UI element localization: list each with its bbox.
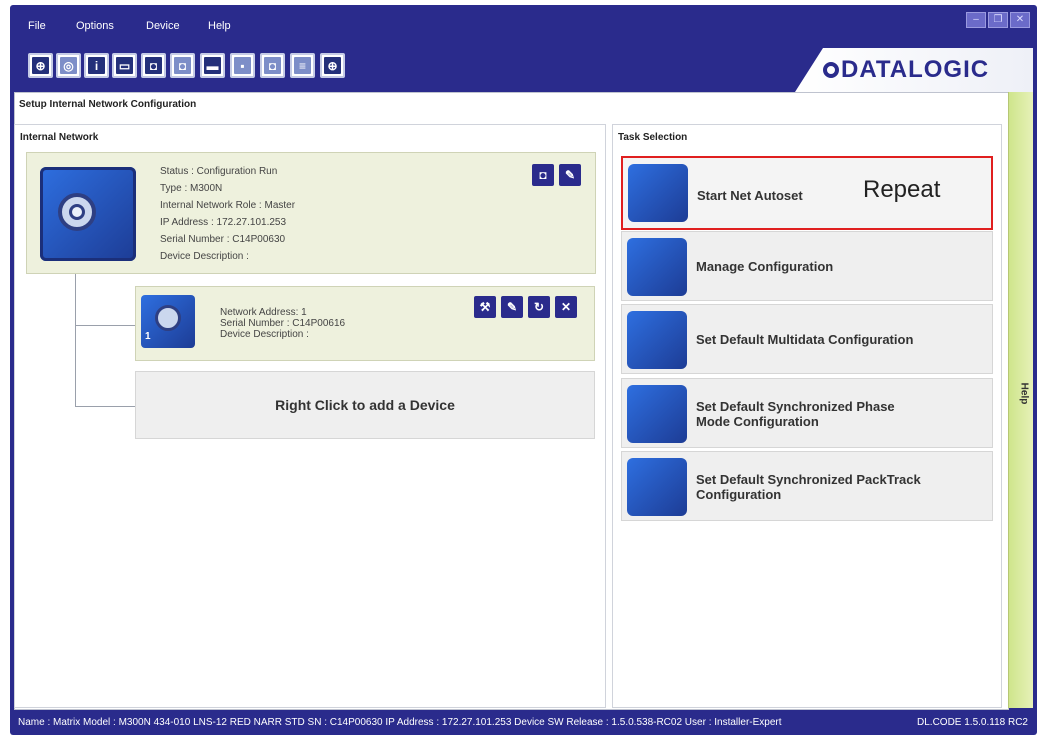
task-label-line1: Set Default Synchronized PackTrack xyxy=(696,472,921,487)
master-device-info: Status : Configuration Run Type : M300N … xyxy=(160,163,295,265)
page-title: Setup Internal Network Configuration xyxy=(19,99,197,110)
menu-help[interactable]: Help xyxy=(208,20,231,32)
status-text: Name : Matrix Model : M300N 434-010 LNS-… xyxy=(18,717,782,728)
task-selection-title: Task Selection xyxy=(618,132,688,143)
device-monitor-icon[interactable]: ◘ xyxy=(141,53,166,78)
minimize-button[interactable]: – xyxy=(966,12,986,28)
logo-mark-icon xyxy=(823,62,839,78)
tree-line xyxy=(75,406,135,407)
menu-options[interactable]: Options xyxy=(76,20,114,32)
edit-pencil-icon[interactable]: ✎ xyxy=(559,164,581,186)
task-label-line2: Configuration xyxy=(696,487,782,502)
menu-file[interactable]: File xyxy=(28,20,46,32)
autoset-icon[interactable]: ◎ xyxy=(56,53,81,78)
master-serial: Serial Number : C14P00630 xyxy=(160,234,286,245)
help-tab-label: Help xyxy=(1018,382,1030,405)
device-monitor-icon[interactable]: ◘ xyxy=(532,164,554,186)
user-icon[interactable]: i xyxy=(84,53,109,78)
tree-line xyxy=(75,274,76,407)
task-label: Set Default Synchronized PackTrack Confi… xyxy=(696,472,921,502)
close-button[interactable]: ✕ xyxy=(1010,12,1030,28)
datalogic-logo: DATALOGIC xyxy=(823,56,989,84)
menu-bar: File Options Device Help xyxy=(14,12,1034,40)
device-config-icon[interactable]: ◘ xyxy=(260,53,285,78)
target-icon[interactable]: ⊕ xyxy=(320,53,345,78)
master-status: Status : Configuration Run xyxy=(160,166,278,177)
master-actions: ◘ ✎ xyxy=(532,164,581,186)
task-label-line1: Set Default Synchronized Phase xyxy=(696,399,895,414)
task-set-default-multidata[interactable]: Set Default Multidata Configuration xyxy=(621,304,993,374)
documents-icon xyxy=(627,238,687,296)
device-scan-icon[interactable]: ◘ xyxy=(170,53,195,78)
task-label: Start Net Autoset xyxy=(697,188,803,203)
device-list-icon[interactable]: ≡ xyxy=(290,53,315,78)
packtrack-icon xyxy=(627,458,687,516)
slave-address: Network Address: 1 xyxy=(220,307,307,318)
slave-serial: Serial Number : C14P00616 xyxy=(220,318,346,329)
master-ip: IP Address : 172.27.101.253 xyxy=(160,217,287,228)
task-set-default-packtrack[interactable]: Set Default Synchronized PackTrack Confi… xyxy=(621,451,993,521)
window-icon[interactable]: ▭ xyxy=(112,53,137,78)
settings-icon[interactable]: ⊕ xyxy=(28,53,53,78)
master-type: Type : M300N xyxy=(160,183,223,194)
master-device-icon xyxy=(40,167,136,261)
task-label: Manage Configuration xyxy=(696,259,834,274)
slave-badge: 1 xyxy=(145,331,151,342)
multidata-icon xyxy=(627,311,687,369)
task-set-default-sync-phase[interactable]: Set Default Synchronized Phase Mode Conf… xyxy=(621,378,993,448)
restore-button[interactable]: ❐ xyxy=(988,12,1008,28)
tree-line xyxy=(75,325,135,326)
slave-device-info: Network Address: 1 Serial Number : C14P0… xyxy=(220,307,345,340)
terminal-icon[interactable]: ▬ xyxy=(200,53,225,78)
brand-banner: DATALOGIC xyxy=(795,48,1033,92)
internal-network-title: Internal Network xyxy=(20,132,99,143)
repeat-annotation: Repeat xyxy=(863,176,941,203)
status-bar: Name : Matrix Model : M300N 434-010 LNS-… xyxy=(14,712,1032,732)
window-controls: – ❐ ✕ xyxy=(966,12,1030,28)
slave-device-icon: 1 xyxy=(141,295,195,348)
add-device-area[interactable]: Right Click to add a Device xyxy=(135,371,595,439)
autoset-icon xyxy=(628,164,688,222)
delete-x-icon[interactable]: ✕ xyxy=(555,296,577,318)
slave-actions: ⚒ ✎ ↻ ✕ xyxy=(474,296,577,318)
wrench-icon[interactable]: ⚒ xyxy=(474,296,496,318)
edit-pencil-icon[interactable]: ✎ xyxy=(501,296,523,318)
master-role: Internal Network Role : Master xyxy=(160,200,296,211)
master-description: Device Description : xyxy=(160,251,249,262)
task-manage-configuration[interactable]: Manage Configuration xyxy=(621,231,993,301)
logo-text: DATALOGIC xyxy=(841,56,990,83)
menu-device[interactable]: Device xyxy=(146,20,180,32)
slave-description: Device Description : xyxy=(220,329,309,340)
task-label-line2: Mode Configuration xyxy=(696,414,819,429)
image-icon[interactable]: ▪ xyxy=(230,53,255,78)
help-side-tab[interactable]: Help xyxy=(1008,92,1033,708)
refresh-icon[interactable]: ↻ xyxy=(528,296,550,318)
task-label: Set Default Synchronized Phase Mode Conf… xyxy=(696,399,895,429)
task-label: Set Default Multidata Configuration xyxy=(696,332,914,347)
sync-phase-icon xyxy=(627,385,687,443)
status-version: DL.CODE 1.5.0.118 RC2 xyxy=(917,717,1028,728)
